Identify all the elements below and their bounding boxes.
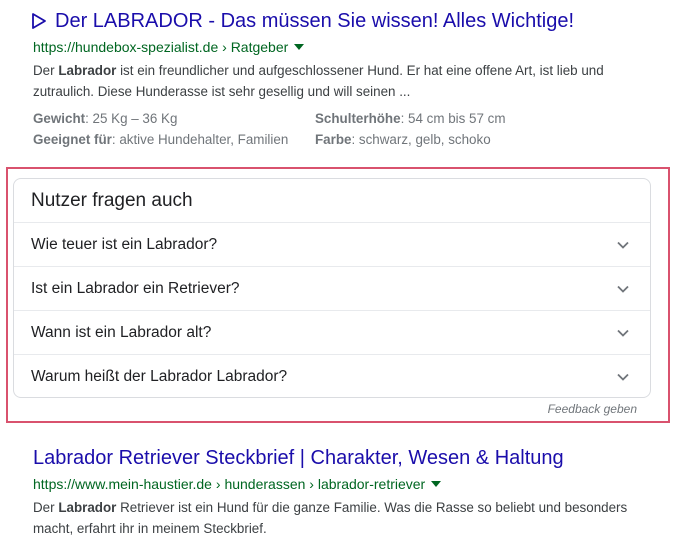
paa-question-text: Wann ist ein Labrador alt?	[31, 324, 212, 341]
paa-title: Nutzer fragen auch	[31, 190, 193, 211]
result-1-facts: Gewicht: 25 Kg – 36 Kg Schulterhöhe: 54 …	[33, 108, 684, 150]
snippet-bold: Labrador	[58, 500, 117, 515]
snippet-bold: Labrador	[58, 63, 117, 78]
paa-question-text: Wie teuer ist ein Labrador?	[31, 236, 218, 253]
paa-question-1[interactable]: Wie teuer ist ein Labrador?	[14, 222, 650, 266]
breadcrumb-separator: ›	[218, 39, 231, 55]
result-2-snippet: Der Labrador Retriever ist ein Hund für …	[33, 497, 643, 539]
fact-key: Farbe	[315, 132, 352, 147]
result-1-url: https://hundebox-spezialist.de › Ratgebe…	[33, 37, 684, 57]
breadcrumb-separator: ›	[305, 476, 318, 492]
paa-question-text: Ist ein Labrador ein Retriever?	[31, 280, 240, 297]
paa-question-text: Warum heißt der Labrador Labrador?	[31, 368, 288, 385]
result-1-url-domain[interactable]: https://hundebox-spezialist.de	[33, 37, 218, 57]
result-2-url-domain[interactable]: https://www.mein-haustier.de	[33, 474, 212, 494]
fact-shoulder-height: Schulterhöhe: 54 cm bis 57 cm	[315, 108, 615, 129]
fact-weight: Gewicht: 25 Kg – 36 Kg	[33, 108, 315, 129]
paa-question-4[interactable]: Warum heißt der Labrador Labrador?	[14, 354, 650, 398]
result-1-url-path[interactable]: Ratgeber	[231, 37, 289, 57]
search-result-1: Der LABRADOR - Das müssen Sie wissen! Al…	[31, 8, 684, 150]
fact-key: Schulterhöhe	[315, 111, 401, 126]
breadcrumb-separator: ›	[211, 476, 225, 492]
fact-suitable-for: Geeignet für: aktive Hundehalter, Famili…	[33, 129, 315, 150]
result-2-url: https://www.mein-haustier.de › hunderass…	[33, 474, 684, 494]
snippet-text: Retriever ist ein Hund für die ganze Fam…	[33, 500, 628, 536]
search-result-2: Labrador Retriever Steckbrief | Charakte…	[33, 445, 684, 539]
chevron-down-icon	[617, 329, 629, 337]
play-outline-icon	[31, 12, 47, 30]
result-1-title-text: Der LABRADOR - Das müssen Sie wissen! Al…	[55, 10, 575, 32]
people-also-ask-panel: Nutzer fragen auch Wie teuer ist ein Lab…	[13, 178, 651, 398]
fact-color: Farbe: schwarz, gelb, schoko	[315, 129, 615, 150]
result-2-url-path-2[interactable]: labrador-retriever	[318, 474, 425, 494]
caret-down-icon[interactable]	[431, 481, 442, 487]
fact-key: Geeignet für	[33, 132, 112, 147]
result-1-title-link[interactable]: Der LABRADOR - Das müssen Sie wissen! Al…	[31, 8, 684, 34]
fact-key: Gewicht	[33, 111, 86, 126]
caret-down-icon[interactable]	[294, 44, 305, 50]
feedback-link[interactable]: Feedback geben	[548, 402, 637, 416]
snippet-text: ist ein freundlicher und aufgeschlossene…	[33, 63, 604, 99]
chevron-down-icon	[617, 285, 629, 293]
fact-value: : aktive Hundehalter, Familien	[111, 132, 289, 147]
result-2-title-link[interactable]: Labrador Retriever Steckbrief | Charakte…	[33, 445, 684, 471]
result-1-snippet: Der Labrador ist ein freundlicher und au…	[33, 60, 643, 102]
fact-value: : 25 Kg – 36 Kg	[85, 111, 178, 126]
snippet-text: Der	[33, 500, 59, 515]
paa-question-3[interactable]: Wann ist ein Labrador alt?	[14, 310, 650, 354]
chevron-down-icon	[617, 373, 629, 381]
fact-value: : schwarz, gelb, schoko	[351, 132, 491, 147]
chevron-down-icon	[617, 241, 629, 249]
paa-question-2[interactable]: Ist ein Labrador ein Retriever?	[14, 266, 650, 310]
snippet-text: Der	[33, 63, 59, 78]
fact-value: : 54 cm bis 57 cm	[400, 111, 506, 126]
result-2-url-path-1[interactable]: hunderassen	[224, 474, 305, 494]
result-2-title-text: Labrador Retriever Steckbrief | Charakte…	[33, 447, 564, 469]
